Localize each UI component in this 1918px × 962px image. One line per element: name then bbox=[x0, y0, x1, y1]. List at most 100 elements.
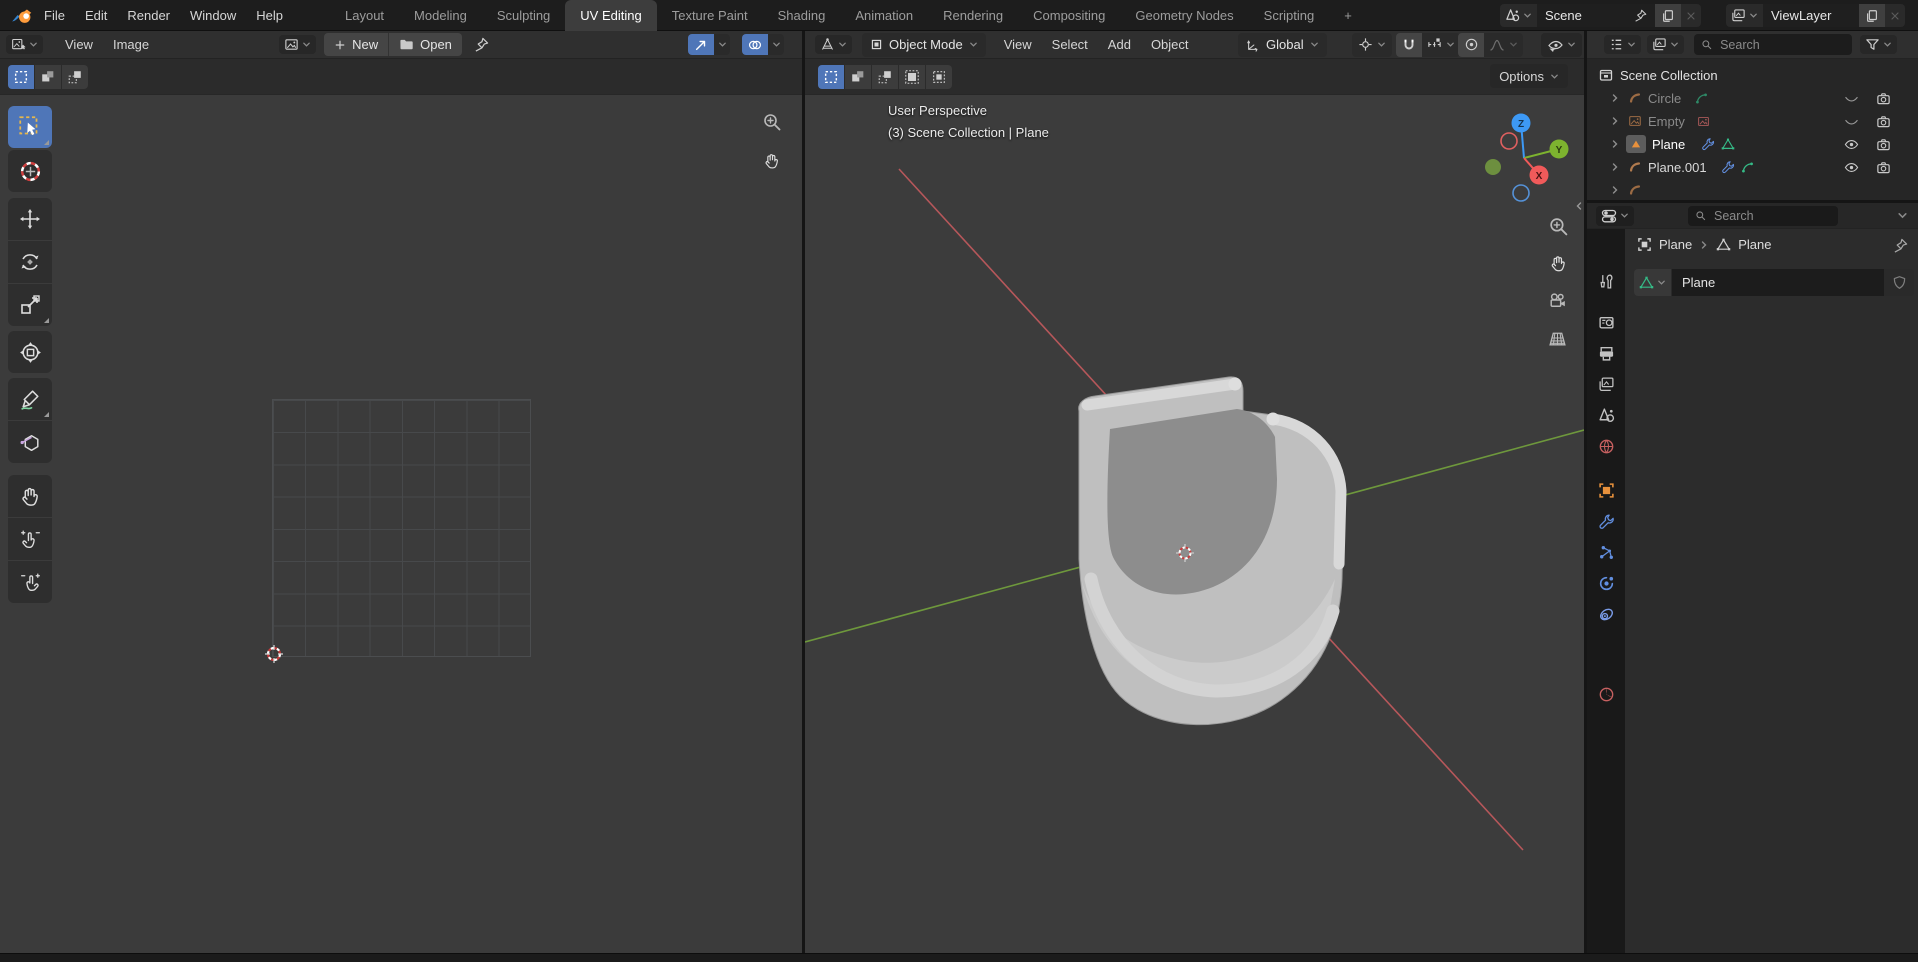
object-menu[interactable]: Object bbox=[1141, 37, 1199, 52]
expand-icon[interactable] bbox=[1610, 139, 1620, 149]
tab-physics[interactable] bbox=[1587, 568, 1625, 598]
fake-user-button[interactable] bbox=[1884, 269, 1914, 296]
uv-editor-type-button[interactable] bbox=[6, 35, 43, 54]
image-browse-button[interactable] bbox=[279, 35, 316, 54]
properties-options-icon[interactable] bbox=[1897, 210, 1908, 221]
properties-search-input[interactable] bbox=[1712, 208, 1831, 224]
add-menu[interactable]: Add bbox=[1098, 37, 1141, 52]
menu-render[interactable]: Render bbox=[117, 8, 180, 23]
viewport-editor-type-button[interactable] bbox=[815, 35, 852, 54]
outliner-search-input[interactable] bbox=[1718, 37, 1845, 53]
camera-visibility-icon[interactable] bbox=[1876, 91, 1891, 106]
outliner-search[interactable] bbox=[1694, 34, 1852, 55]
eye-closed-icon[interactable] bbox=[1844, 91, 1859, 106]
viewport-camera-view-icon[interactable] bbox=[1547, 290, 1568, 311]
tab-object[interactable] bbox=[1587, 475, 1625, 505]
tab-layout[interactable]: Layout bbox=[330, 0, 399, 31]
expand-icon[interactable] bbox=[1610, 162, 1620, 172]
properties-search[interactable] bbox=[1688, 206, 1838, 226]
menu-edit[interactable]: Edit bbox=[75, 8, 117, 23]
uv-select-mode-extend[interactable] bbox=[35, 65, 61, 89]
viewlayer-copy-button[interactable] bbox=[1859, 4, 1885, 27]
select-menu[interactable]: Select bbox=[1042, 37, 1098, 52]
transform-orientation-selector[interactable]: Global bbox=[1238, 33, 1327, 57]
mesh-id-type-button[interactable] bbox=[1634, 269, 1671, 296]
tab-sculpting[interactable]: Sculpting bbox=[482, 0, 565, 31]
properties-editor-type-button[interactable] bbox=[1596, 206, 1634, 226]
tab-texture-paint[interactable]: Texture Paint bbox=[657, 0, 763, 31]
expand-icon[interactable] bbox=[1610, 116, 1620, 126]
scene-type-button[interactable] bbox=[1500, 4, 1537, 27]
breadcrumb-data-name[interactable]: Plane bbox=[1738, 237, 1771, 252]
uv-scale-tool[interactable] bbox=[8, 284, 52, 326]
mesh-name-input[interactable] bbox=[1680, 274, 1876, 291]
uv-zoom-icon[interactable] bbox=[762, 112, 782, 132]
outliner-filter-image-button[interactable] bbox=[1647, 35, 1684, 54]
navigation-gizmo[interactable]: Z Y X bbox=[1484, 110, 1574, 205]
tab-modifiers[interactable] bbox=[1587, 506, 1625, 536]
tab-rendering[interactable]: Rendering bbox=[928, 0, 1018, 31]
tab-compositing[interactable]: Compositing bbox=[1018, 0, 1120, 31]
outliner-display-mode-button[interactable] bbox=[1604, 35, 1641, 54]
uv-transform-tool[interactable] bbox=[8, 331, 52, 373]
proportional-edit-toggle[interactable] bbox=[1458, 33, 1484, 57]
outliner-row-plane[interactable]: Plane bbox=[1587, 133, 1918, 155]
tab-shading[interactable]: Shading bbox=[763, 0, 841, 31]
outliner-row-scene-collection[interactable]: Scene Collection bbox=[1587, 64, 1918, 86]
eye-open-icon[interactable] bbox=[1844, 160, 1859, 175]
eye-open-icon[interactable] bbox=[1844, 137, 1859, 152]
uv-pan-icon[interactable] bbox=[762, 151, 782, 171]
mode-selector[interactable]: Object Mode bbox=[862, 33, 986, 57]
camera-visibility-icon[interactable] bbox=[1876, 160, 1891, 175]
tab-view-layer[interactable] bbox=[1587, 369, 1625, 399]
snap-with-selector[interactable] bbox=[1422, 33, 1460, 57]
tab-tool[interactable] bbox=[1587, 266, 1625, 296]
tab-animation[interactable]: Animation bbox=[840, 0, 928, 31]
mesh-name-field[interactable] bbox=[1671, 269, 1884, 296]
tab-output[interactable] bbox=[1587, 338, 1625, 368]
uv-rip-region-tool[interactable] bbox=[8, 421, 52, 463]
uv-gizmos-toggle[interactable] bbox=[688, 34, 730, 55]
tab-geometry-nodes[interactable]: Geometry Nodes bbox=[1120, 0, 1248, 31]
uv-pan-view-tool[interactable] bbox=[8, 475, 52, 517]
camera-visibility-icon[interactable] bbox=[1876, 137, 1891, 152]
tab-uv-editing[interactable]: UV Editing bbox=[565, 0, 656, 31]
blender-logo-icon[interactable] bbox=[10, 5, 34, 25]
eye-closed-icon[interactable] bbox=[1844, 114, 1859, 129]
viewport-ortho-toggle-icon[interactable] bbox=[1547, 328, 1568, 349]
open-image-button[interactable]: Open bbox=[389, 33, 462, 56]
uv-rotate-tool[interactable] bbox=[8, 241, 52, 283]
uv-menu-view[interactable]: View bbox=[55, 37, 103, 52]
expand-icon[interactable] bbox=[1610, 93, 1620, 103]
tab-constraints[interactable] bbox=[1587, 599, 1625, 629]
outliner-filter-button[interactable] bbox=[1860, 35, 1897, 54]
pin-icon[interactable] bbox=[1634, 9, 1647, 22]
viewport-3d[interactable]: Options User Pers bbox=[805, 59, 1584, 953]
pin-id-icon[interactable] bbox=[1893, 238, 1908, 253]
tab-particles[interactable] bbox=[1587, 537, 1625, 567]
menu-window[interactable]: Window bbox=[180, 8, 246, 23]
outliner-row-circle[interactable]: Circle bbox=[1587, 87, 1918, 109]
menu-file[interactable]: File bbox=[34, 8, 75, 23]
viewport-pan-icon[interactable] bbox=[1548, 253, 1569, 274]
show-overlays-selector[interactable] bbox=[1541, 33, 1582, 57]
proportional-falloff-selector[interactable] bbox=[1484, 33, 1523, 57]
scene-copy-button[interactable] bbox=[1655, 4, 1681, 27]
tab-modeling[interactable]: Modeling bbox=[399, 0, 482, 31]
view-menu[interactable]: View bbox=[994, 37, 1042, 52]
tab-scene[interactable] bbox=[1587, 400, 1625, 430]
uv-editor-viewport[interactable] bbox=[0, 59, 802, 953]
viewport-zoom-icon[interactable] bbox=[1548, 216, 1569, 237]
tab-world[interactable] bbox=[1587, 431, 1625, 461]
uv-select-mode-subtract[interactable] bbox=[62, 65, 88, 89]
uv-move-tool[interactable] bbox=[8, 198, 52, 240]
uv-zoom-gesture-tool[interactable] bbox=[8, 518, 52, 560]
outliner-row-empty[interactable]: Empty bbox=[1587, 110, 1918, 132]
snap-toggle[interactable] bbox=[1396, 33, 1422, 57]
menu-help[interactable]: Help bbox=[246, 8, 293, 23]
add-workspace-button[interactable]: + bbox=[1329, 0, 1367, 31]
outliner-row-plane-001[interactable]: Plane.001 bbox=[1587, 156, 1918, 178]
uv-select-mode-new[interactable] bbox=[8, 65, 34, 89]
scene-name-field[interactable]: Scene bbox=[1537, 4, 1655, 27]
pin-image-icon[interactable] bbox=[474, 37, 489, 52]
